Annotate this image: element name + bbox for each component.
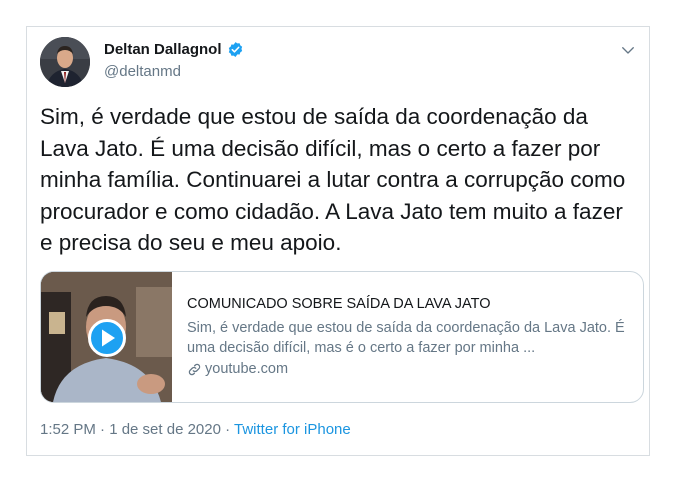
link-icon: [188, 363, 201, 375]
footer-separator: ·: [220, 421, 235, 438]
tweet-text: Sim, é verdade que estou de saída da coo…: [40, 104, 626, 255]
link-preview-card[interactable]: COMUNICADO SOBRE SAÍDA DA LAVA JATO Sim,…: [40, 271, 644, 403]
tweet-footer: 1:52 PM · 1 de set de 2020 · Twitter for…: [40, 421, 351, 438]
avatar[interactable]: [40, 37, 90, 87]
tweet-source-link[interactable]: Twitter for iPhone: [234, 421, 351, 438]
verified-badge-icon: [228, 42, 242, 57]
video-thumbnail[interactable]: [41, 272, 172, 402]
play-icon[interactable]: [87, 318, 127, 358]
avatar-image: [40, 37, 90, 87]
card-domain-row: youtube.com: [187, 361, 288, 377]
tweet-timestamp[interactable]: 1:52 PM · 1 de set de 2020: [40, 421, 221, 438]
author-handle[interactable]: @deltanmd: [104, 63, 181, 80]
chevron-down-icon[interactable]: [619, 41, 637, 59]
author-name[interactable]: Deltan Dallagnol: [104, 41, 222, 58]
card-description: Sim, é verdade que estou de saída da coo…: [187, 320, 625, 356]
author-name-row[interactable]: Deltan Dallagnol: [104, 41, 244, 58]
tweet-card: Deltan Dallagnol @deltanmd Sim, é verdad…: [26, 26, 650, 456]
card-domain: youtube.com: [205, 361, 289, 377]
card-title[interactable]: COMUNICADO SOBRE SAÍDA DA LAVA JATO: [187, 296, 491, 312]
